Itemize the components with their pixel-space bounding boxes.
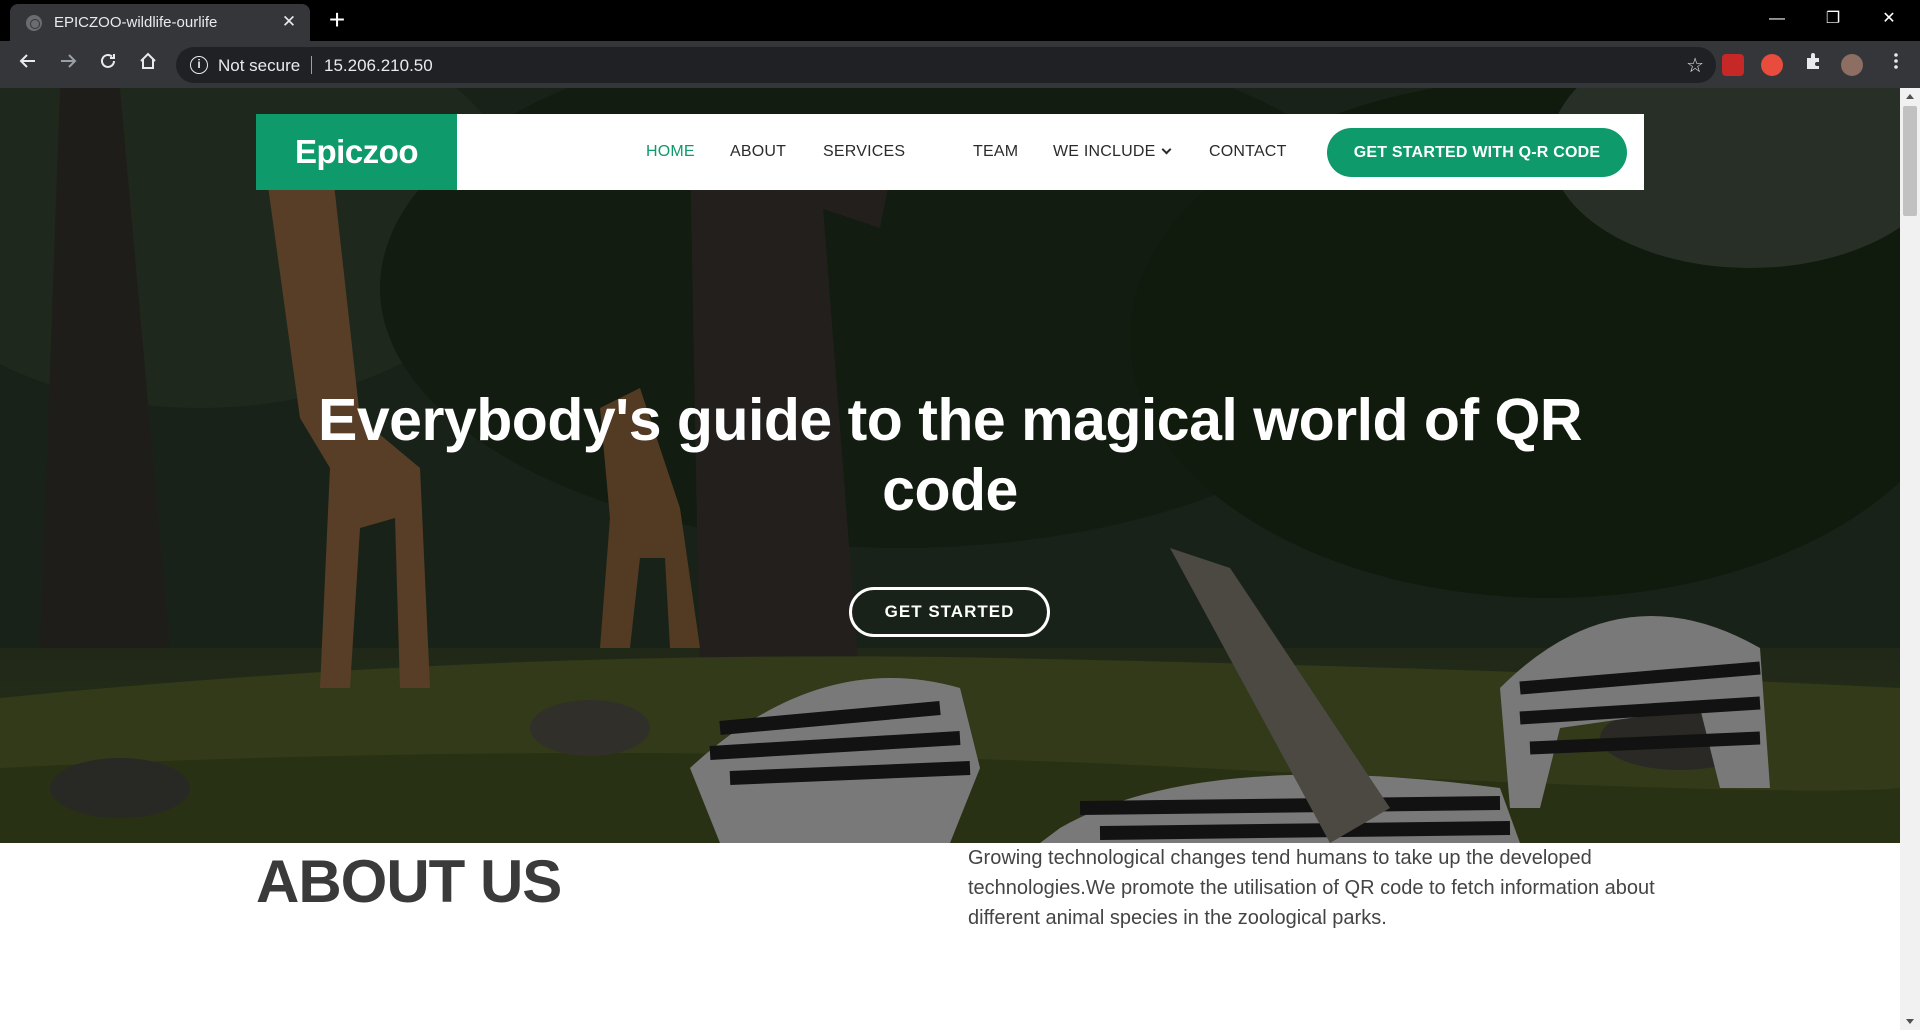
logo-text: Epiczoo — [294, 133, 419, 170]
extensions-icon[interactable] — [1797, 49, 1829, 81]
pocket-extension-icon[interactable] — [1722, 54, 1744, 76]
back-arrow-icon[interactable] — [12, 49, 44, 81]
nav-team[interactable]: TEAM — [973, 114, 1018, 190]
browser-tab-strip: EPICZOO-wildlife-ourlife ✕ + — ❐ ✕ — [0, 0, 1920, 41]
nav-we-include-label: WE INCLUDE — [1053, 143, 1156, 160]
hero-title: Everybody's guide to the magical world o… — [317, 387, 1583, 523]
page-scrollbar[interactable] — [1900, 88, 1920, 1030]
browser-toolbar: i Not secure 15.206.210.50 ☆ — [0, 41, 1920, 88]
site-logo[interactable]: Epiczoo — [256, 114, 457, 190]
restore-button[interactable]: ❐ — [1806, 0, 1860, 41]
profile-avatar[interactable] — [1841, 54, 1863, 76]
tab-title: EPICZOO-wildlife-ourlife — [54, 14, 218, 31]
minimize-button[interactable]: — — [1750, 0, 1804, 41]
hero-section: Epiczoo HOME ABOUT SERVICES TEAM WE INCL… — [0, 88, 1900, 843]
nav-services[interactable]: SERVICES — [823, 114, 905, 190]
address-divider — [311, 56, 312, 74]
close-window-button[interactable]: ✕ — [1862, 0, 1916, 41]
chevron-down-icon — [1162, 144, 1172, 155]
about-title: ABOUT US — [256, 848, 562, 915]
menu-dots-icon[interactable] — [1880, 49, 1912, 81]
extension-badge-icon[interactable] — [1761, 54, 1783, 76]
get-started-qr-button[interactable]: GET STARTED WITH Q-R CODE — [1327, 128, 1627, 177]
hero-get-started-button[interactable]: GET STARTED — [849, 587, 1050, 637]
reload-icon[interactable] — [92, 49, 124, 81]
home-icon[interactable] — [132, 49, 164, 81]
nav-home[interactable]: HOME — [646, 114, 695, 190]
page-viewport: Epiczoo HOME ABOUT SERVICES TEAM WE INCL… — [0, 88, 1900, 1030]
security-label[interactable]: Not secure — [218, 56, 300, 76]
tab-close-icon[interactable]: ✕ — [278, 11, 300, 33]
nav-we-include[interactable]: WE INCLUDE — [1053, 114, 1172, 190]
about-text: Growing technological changes tend human… — [968, 847, 1655, 929]
star-icon[interactable]: ☆ — [1686, 53, 1704, 78]
browser-tab[interactable]: EPICZOO-wildlife-ourlife ✕ — [10, 4, 310, 41]
globe-icon — [26, 15, 42, 31]
new-tab-button[interactable]: + — [322, 6, 352, 36]
nav-about[interactable]: ABOUT — [730, 114, 786, 190]
scroll-down-icon[interactable] — [1906, 1019, 1914, 1024]
url-text[interactable]: 15.206.210.50 — [324, 56, 433, 76]
site-navbar: Epiczoo HOME ABOUT SERVICES TEAM WE INCL… — [256, 114, 1644, 190]
forward-arrow-icon[interactable] — [52, 49, 84, 81]
address-bar[interactable]: i Not secure 15.206.210.50 ☆ — [176, 47, 1716, 83]
scroll-up-icon[interactable] — [1906, 94, 1914, 99]
nav-contact[interactable]: CONTACT — [1209, 114, 1287, 190]
scroll-thumb[interactable] — [1903, 106, 1917, 216]
info-icon[interactable]: i — [190, 56, 208, 74]
